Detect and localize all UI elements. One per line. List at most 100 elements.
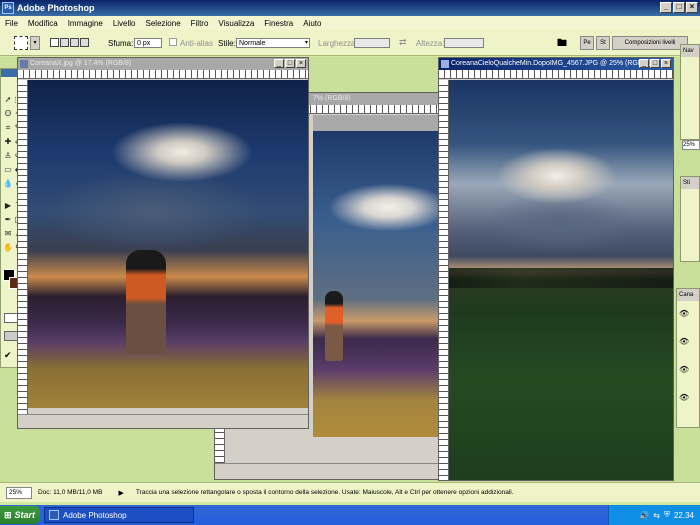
document-2-title: 7% (RGB/8): [313, 95, 351, 102]
document-size-info: Doc: 11,0 MB/11,0 MB: [38, 489, 103, 496]
file-browser-icon[interactable]: 🖿: [555, 36, 569, 50]
doc1-minimize-button[interactable]: _: [274, 59, 284, 68]
style-select[interactable]: Normale ▾: [236, 38, 310, 48]
system-tray: 🔊 ⇆ ⛨ 22.34: [608, 505, 700, 525]
ruler-horizontal[interactable]: [18, 70, 308, 79]
doc3-maximize-button[interactable]: □: [650, 59, 660, 68]
maximize-button[interactable]: □: [673, 2, 685, 13]
doc1-close-button[interactable]: ×: [296, 59, 306, 68]
antialias-label: Anti-alias: [180, 39, 213, 48]
ruler-vertical[interactable]: [18, 80, 28, 414]
pen-tool-icon[interactable]: ✒: [3, 215, 13, 225]
photo-canvas-3[interactable]: [449, 80, 673, 480]
hand-tool-icon[interactable]: ✋: [3, 243, 13, 253]
move-tool-icon[interactable]: ➚: [3, 95, 13, 105]
blur-tool-icon[interactable]: 💧: [3, 179, 13, 189]
menu-file[interactable]: File: [0, 19, 23, 28]
status-arrow-icon[interactable]: ▶: [118, 489, 123, 497]
height-input[interactable]: [444, 38, 484, 48]
antivirus-icon[interactable]: ⛨: [664, 510, 670, 520]
style-label: Stile:: [218, 39, 236, 48]
document-1-title: CoreanaX.jpg @ 17.4% (RGB/8): [30, 60, 132, 67]
visibility-eye-icon[interactable]: 👁: [679, 365, 689, 374]
clock[interactable]: 22.34: [674, 511, 694, 520]
tab-brushes[interactable]: Pe: [580, 36, 594, 50]
app-title: Adobe Photoshop: [17, 3, 95, 13]
status-bar: 25% Doc: 11,0 MB/11,0 MB ▶ Traccia una s…: [0, 482, 700, 502]
document-1-scrollbar[interactable]: [18, 414, 308, 428]
menu-modifica[interactable]: Modifica: [23, 19, 63, 28]
app-titlebar: Ps Adobe Photoshop _ □ ×: [0, 0, 700, 16]
tab-navigator[interactable]: Nav: [681, 45, 699, 57]
doc3-close-button[interactable]: ×: [661, 59, 671, 68]
add-selection-icon[interactable]: [60, 38, 69, 47]
clone-stamp-icon[interactable]: ♙: [3, 151, 13, 161]
menu-livello[interactable]: Livello: [108, 19, 141, 28]
windows-flag-icon: ⊞: [4, 509, 12, 520]
eraser-icon[interactable]: ▭: [3, 165, 13, 175]
menu-filtro[interactable]: Filtro: [186, 19, 214, 28]
path-select-icon[interactable]: ▶: [3, 201, 13, 211]
document-icon: [441, 60, 449, 68]
document-window-1[interactable]: CoreanaX.jpg @ 17.4% (RGB/8) _ □ ×: [17, 57, 309, 429]
new-selection-icon[interactable]: [50, 38, 59, 47]
volume-icon[interactable]: 🔊: [639, 511, 649, 520]
menu-finestra[interactable]: Finestra: [259, 19, 298, 28]
document-3-titlebar[interactable]: CoreanaCieloQualcheMin.DopoIMG_4567.JPG …: [439, 58, 673, 70]
antialias-checkbox[interactable]: [169, 38, 177, 46]
navigator-zoom-input[interactable]: 25%: [682, 140, 700, 150]
photo-canvas-2[interactable]: [313, 131, 439, 437]
feather-input[interactable]: 0 px: [134, 38, 162, 48]
document-2-scrollbar[interactable]: [215, 463, 439, 479]
tab-channels[interactable]: Cana: [677, 289, 699, 301]
document-3-title: CoreanaCieloQualcheMin.DopoIMG_4567.JPG …: [451, 60, 651, 67]
styles-panel: Sti: [680, 176, 700, 262]
selection-mode-icons: [50, 38, 94, 48]
photoshop-icon: [49, 510, 59, 520]
doc3-minimize-button[interactable]: _: [639, 59, 649, 68]
visibility-eye-icon[interactable]: 👁: [679, 337, 689, 346]
tab-tool-presets[interactable]: St: [596, 36, 610, 50]
close-button[interactable]: ×: [686, 2, 698, 13]
menu-immagine[interactable]: Immagine: [63, 19, 108, 28]
intersect-selection-icon[interactable]: [80, 38, 89, 47]
network-icon[interactable]: ⇆: [653, 511, 660, 520]
person-figure: [126, 250, 166, 354]
taskbar-item-photoshop[interactable]: Adobe Photoshop: [44, 507, 194, 523]
photo-canvas-1[interactable]: [28, 80, 308, 408]
jump-to-imageready-icon[interactable]: ✔: [4, 349, 18, 361]
style-select-value: Normale: [239, 40, 266, 47]
menu-visualizza[interactable]: Visualizza: [213, 19, 259, 28]
menu-aiuto[interactable]: Aiuto: [298, 19, 326, 28]
subtract-selection-icon[interactable]: [70, 38, 79, 47]
tab-layer-comps[interactable]: Composizioni livelli: [612, 36, 688, 50]
visibility-eye-icon[interactable]: 👁: [679, 393, 689, 402]
lasso-tool-icon[interactable]: ʘ: [3, 109, 13, 119]
marquee-tool-preset-icon[interactable]: [14, 36, 28, 50]
person-figure: [325, 291, 343, 361]
zoom-level-input[interactable]: 25%: [6, 486, 32, 499]
quickmask-icon[interactable]: [4, 313, 18, 323]
start-button[interactable]: ⊞ Start: [0, 506, 40, 524]
options-bar: ▾ Sfuma: 0 px Anti-alias Stile: Normale ▾…: [0, 30, 700, 56]
tool-preset-dropdown[interactable]: ▾: [30, 36, 40, 50]
visibility-eye-icon[interactable]: 👁: [679, 309, 689, 318]
tab-styles[interactable]: Sti: [681, 177, 699, 189]
ruler-vertical[interactable]: [439, 80, 449, 480]
notes-tool-icon[interactable]: ✉: [3, 229, 13, 239]
swap-icon[interactable]: ⇄: [399, 37, 407, 48]
taskbar-item-label: Adobe Photoshop: [63, 510, 127, 520]
menu-bar: File Modifica Immagine Livello Selezione…: [0, 16, 700, 30]
crop-tool-icon[interactable]: ⌗: [3, 123, 13, 133]
ruler-horizontal[interactable]: [439, 70, 673, 79]
height-label: Altezza:: [416, 39, 445, 48]
minimize-button[interactable]: _: [660, 2, 672, 13]
width-label: Larghezza:: [318, 39, 358, 48]
document-1-titlebar[interactable]: CoreanaX.jpg @ 17.4% (RGB/8) _ □ ×: [18, 58, 308, 70]
menu-selezione[interactable]: Selezione: [141, 19, 186, 28]
document-window-3[interactable]: CoreanaCieloQualcheMin.DopoIMG_4567.JPG …: [438, 57, 674, 481]
screen-mode-icon[interactable]: [4, 331, 18, 341]
width-input[interactable]: [354, 38, 390, 48]
healing-brush-icon[interactable]: ✚: [3, 137, 13, 147]
doc1-maximize-button[interactable]: □: [285, 59, 295, 68]
